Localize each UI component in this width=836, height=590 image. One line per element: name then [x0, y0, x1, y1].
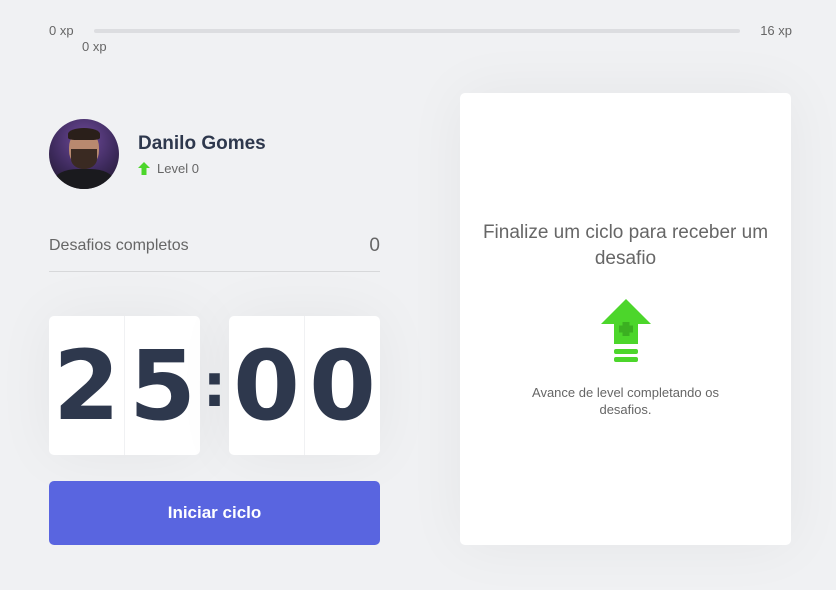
challenge-box-title: Finalize um ciclo para receber um desafi…	[482, 222, 769, 269]
experience-bar: 0 xp 0 xp 16 xp	[49, 18, 792, 58]
challenges-count: 0	[369, 235, 380, 256]
start-cycle-button[interactable]: Iniciar ciclo	[49, 481, 380, 545]
countdown: 2 5 : 0 0	[49, 316, 380, 455]
avatar	[49, 119, 119, 189]
level-label: Level 0	[157, 161, 199, 176]
challenge-box-text: Avance de level completando os desafios.	[532, 385, 719, 417]
countdown-separator: :	[202, 350, 227, 421]
countdown-seconds: 0 0	[229, 316, 380, 455]
xp-max-label: 16 xp	[760, 23, 792, 38]
xp-min-label: 0 xp	[49, 23, 74, 38]
profile-level: Level 0	[138, 161, 199, 176]
profile: Danilo Gomes Level 0	[49, 119, 389, 189]
minute-digit-right: 5	[129, 329, 196, 442]
arrow-up-icon	[138, 162, 150, 175]
second-digit-left: 0	[229, 316, 305, 455]
minute-digit-left: 2	[49, 316, 125, 455]
completed-challenges: Desafios completos 0	[49, 226, 380, 272]
challenge-box: Finalize um ciclo para receber um desafi…	[460, 93, 791, 545]
second-digit-right: 0	[309, 329, 376, 442]
level-up-icon	[600, 299, 651, 362]
xp-current-label: 0 xp	[82, 39, 107, 54]
profile-name: Danilo Gomes	[138, 133, 266, 154]
xp-track	[94, 29, 740, 33]
countdown-minutes: 2 5	[49, 316, 200, 455]
challenges-label: Desafios completos	[49, 237, 189, 254]
